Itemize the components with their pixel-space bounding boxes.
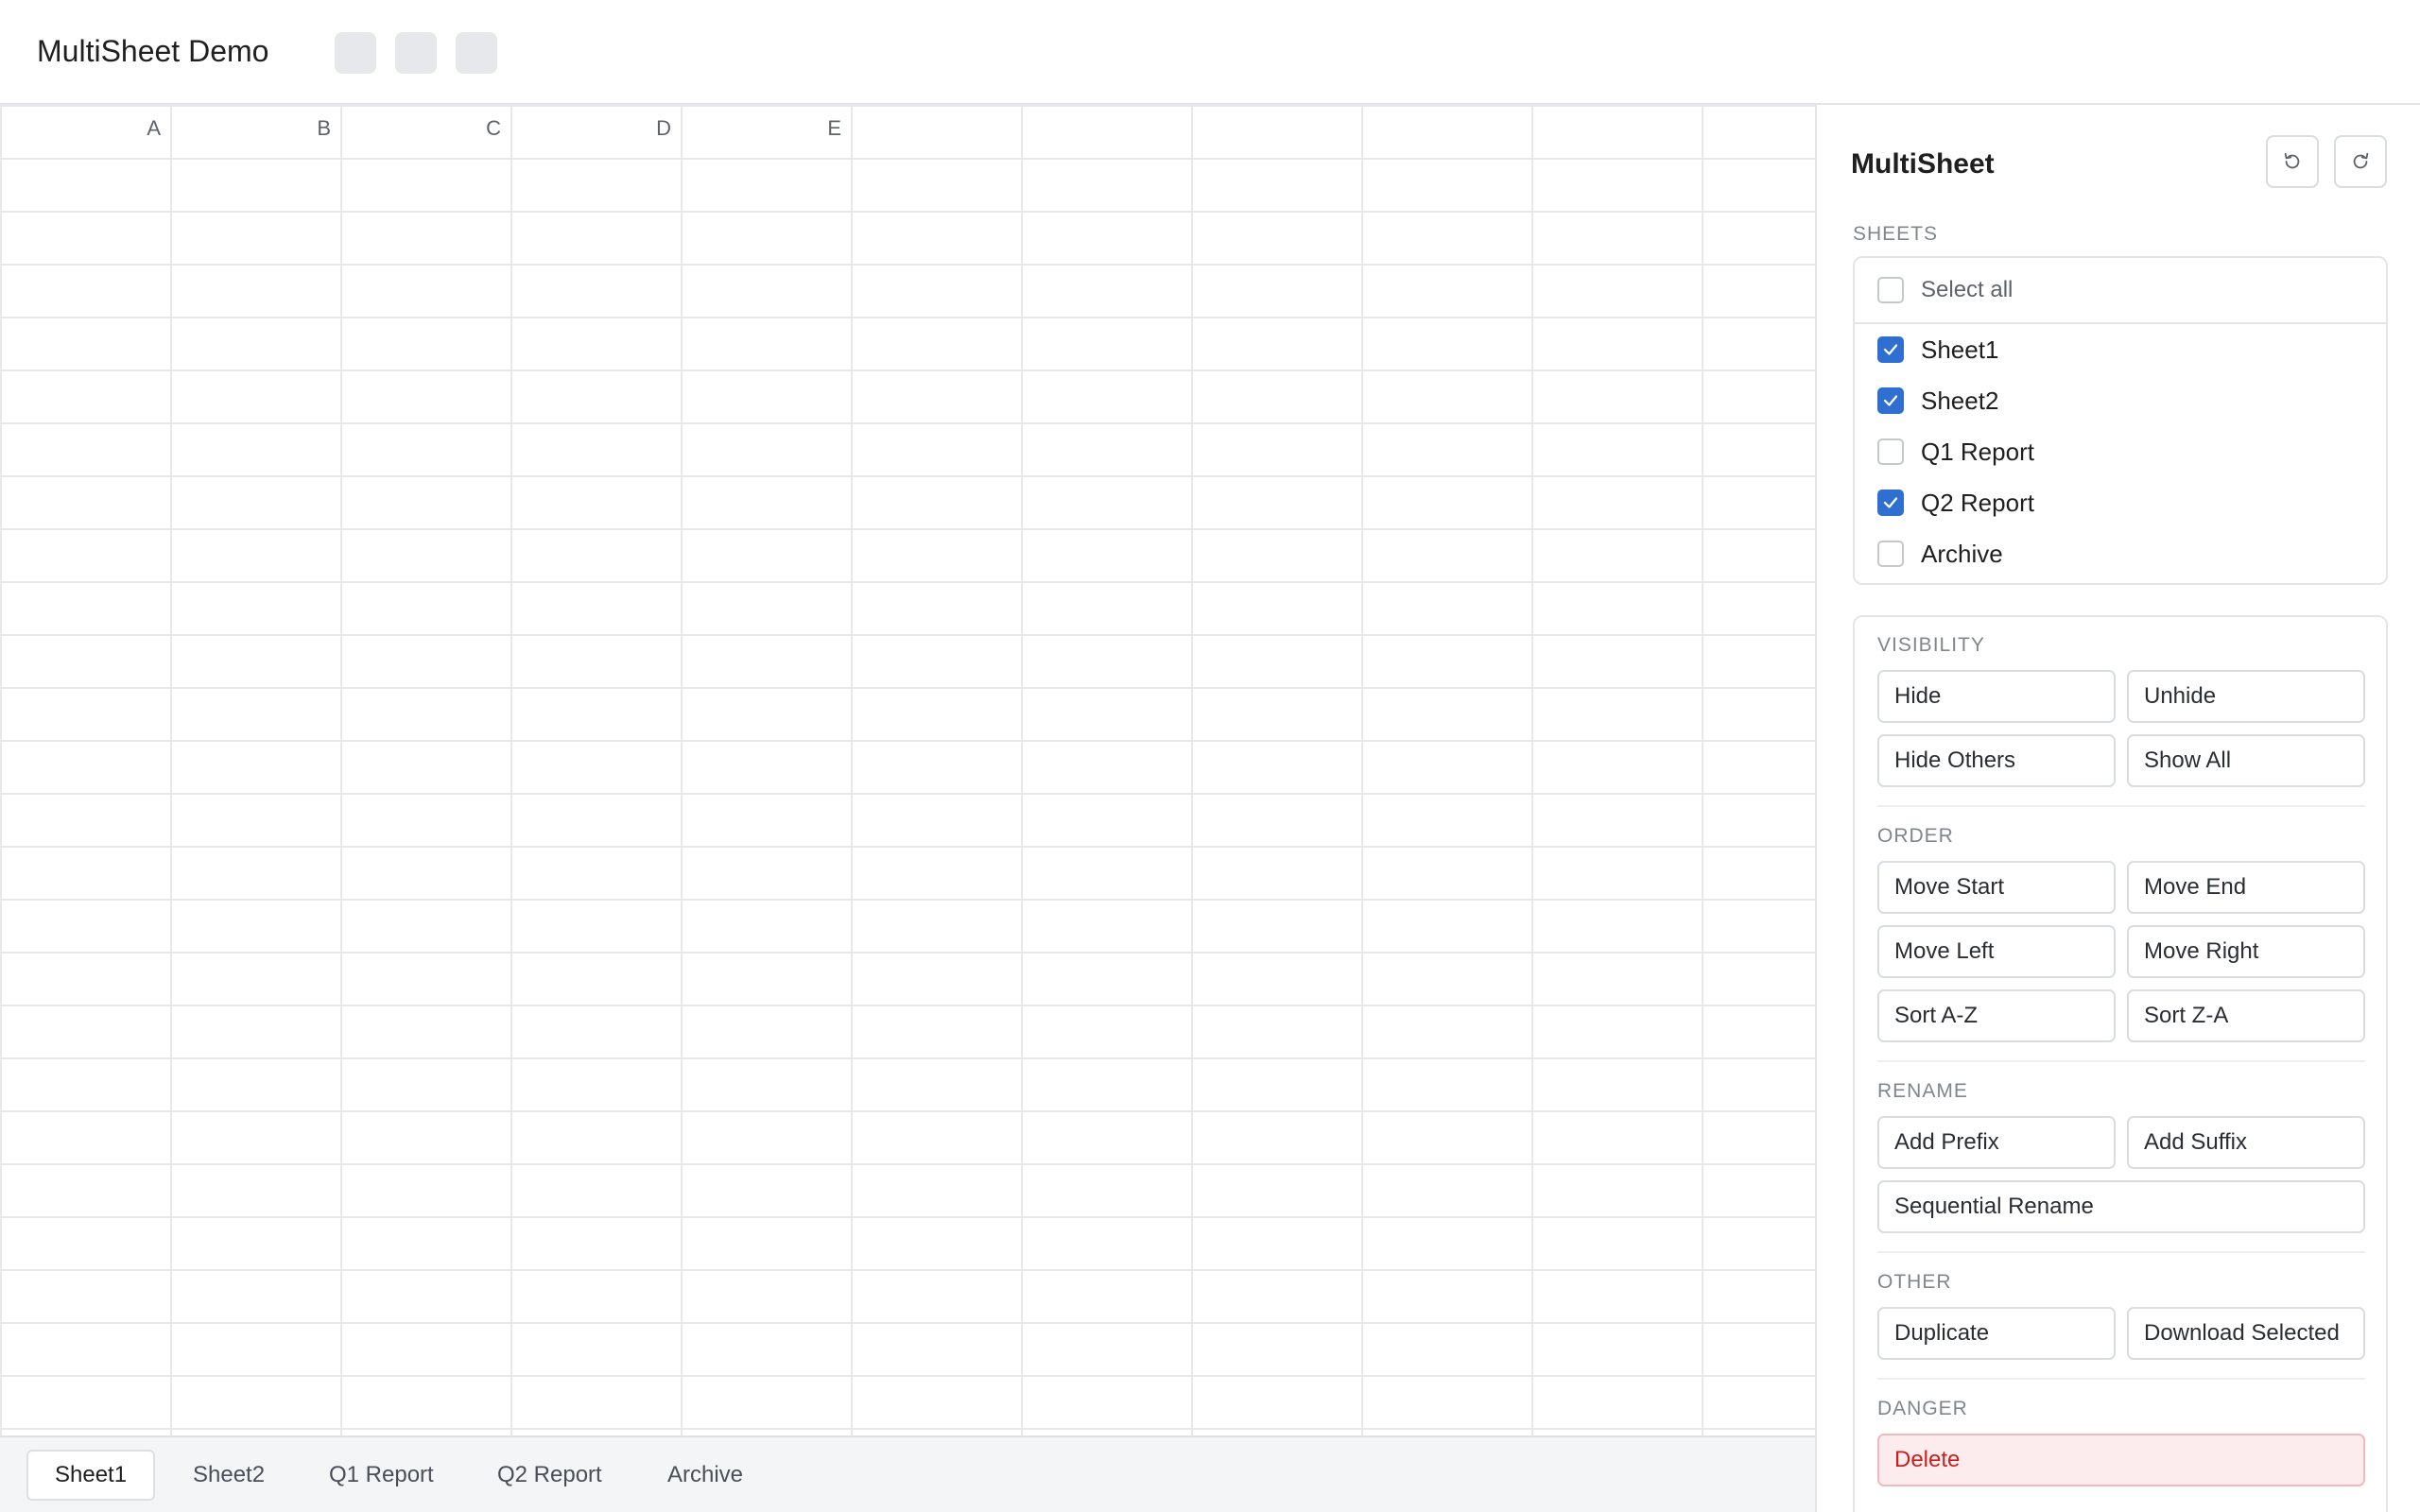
top-bar: MultiSheet Demo [0, 0, 2420, 105]
app-title: MultiSheet Demo [37, 34, 269, 68]
delete-button[interactable]: Delete [1877, 1434, 2365, 1486]
unhide-button[interactable]: Unhide [2127, 670, 2365, 723]
toolbar-button-2[interactable] [395, 32, 437, 74]
divider [1877, 1060, 2365, 1062]
sheet-name: Q2 Report [1921, 488, 2034, 517]
check-icon [1883, 497, 1898, 508]
sheet-tab-archive[interactable]: Archive [641, 1450, 769, 1501]
check-icon [1883, 344, 1898, 355]
sheet-name: Q1 Report [1921, 437, 2034, 466]
sheet-tab-sheet2[interactable]: Sheet2 [166, 1450, 291, 1501]
sheet-row-archive[interactable]: Archive [1877, 535, 2003, 573]
select-all-checkbox[interactable] [1877, 277, 1904, 303]
sheet1-checkbox[interactable] [1877, 336, 1904, 363]
sheet-name: Sheet1 [1921, 335, 1999, 364]
sheets-list: Select all Sheet1 Sheet2 Q1 Report Q2 Re… [1853, 256, 2388, 585]
sheet-name: Sheet2 [1921, 386, 1999, 415]
toolbar-button-1[interactable] [335, 32, 376, 74]
sheet-row-q1-report[interactable]: Q1 Report [1877, 433, 2034, 471]
redo-icon [2353, 152, 2369, 169]
divider [1877, 1251, 2365, 1253]
divider [1877, 1378, 2365, 1380]
add-prefix-button[interactable]: Add Prefix [1877, 1116, 2116, 1169]
other-section-label: OTHER [1877, 1271, 1952, 1293]
danger-section-label: DANGER [1877, 1398, 1968, 1419]
sheet-row-sheet1[interactable]: Sheet1 [1877, 331, 1998, 369]
duplicate-button[interactable]: Duplicate [1877, 1307, 2116, 1360]
sheet2-checkbox[interactable] [1877, 387, 1904, 414]
sheet-row-sheet2[interactable]: Sheet2 [1877, 382, 1998, 420]
sequential-rename-button[interactable]: Sequential Rename [1877, 1180, 2365, 1233]
multisheet-panel: MultiSheet SHEETS Select all Sheet1 Shee… [1815, 105, 2420, 1512]
actions-card: VISIBILITY Hide Unhide Hide Others Show … [1853, 615, 2388, 1512]
column-header-e[interactable]: E [681, 116, 841, 141]
divider [1855, 322, 2386, 324]
divider [1877, 805, 2365, 807]
show-all-button[interactable]: Show All [2127, 734, 2365, 787]
sort-az-button[interactable]: Sort A-Z [1877, 989, 2116, 1042]
column-header-b[interactable]: B [170, 116, 331, 141]
sort-za-button[interactable]: Sort Z-A [2127, 989, 2365, 1042]
select-all-row[interactable]: Select all [1877, 271, 2013, 309]
move-right-button[interactable]: Move Right [2127, 925, 2365, 978]
sheet-tab-q1-report[interactable]: Q1 Report [302, 1450, 460, 1501]
visibility-section-label: VISIBILITY [1877, 634, 1985, 656]
toolbar-button-3[interactable] [456, 32, 497, 74]
panel-title: MultiSheet [1851, 148, 1995, 180]
sheet-row-q2-report[interactable]: Q2 Report [1877, 484, 2034, 522]
move-left-button[interactable]: Move Left [1877, 925, 2116, 978]
download-selected-button[interactable]: Download Selected [2127, 1307, 2365, 1360]
hide-others-button[interactable]: Hide Others [1877, 734, 2116, 787]
q1-report-checkbox[interactable] [1877, 438, 1904, 465]
sheet-tab-q2-report[interactable]: Q2 Report [471, 1450, 629, 1501]
column-header-d[interactable]: D [510, 116, 671, 141]
move-start-button[interactable]: Move Start [1877, 861, 2116, 914]
sheets-section-label: SHEETS [1853, 223, 1939, 245]
check-icon [1883, 395, 1898, 406]
sheet-tab-bar: Sheet1 Sheet2 Q1 Report Q2 Report Archiv… [0, 1435, 1815, 1512]
q2-report-checkbox[interactable] [1877, 490, 1904, 516]
hide-button[interactable]: Hide [1877, 670, 2116, 723]
column-header-a[interactable]: A [0, 116, 161, 141]
undo-icon [2284, 152, 2300, 169]
select-all-label: Select all [1921, 277, 2014, 302]
order-section-label: ORDER [1877, 825, 1954, 847]
add-suffix-button[interactable]: Add Suffix [2127, 1116, 2365, 1169]
column-header-c[interactable]: C [340, 116, 501, 141]
sheet-name: Archive [1921, 539, 2003, 568]
sheet-tab-sheet1[interactable]: Sheet1 [26, 1450, 156, 1501]
spreadsheet-grid[interactable]: A B C D E [0, 105, 1815, 1435]
archive-checkbox[interactable] [1877, 541, 1904, 567]
move-end-button[interactable]: Move End [2127, 861, 2365, 914]
undo-button[interactable] [2266, 135, 2319, 188]
redo-button[interactable] [2334, 135, 2387, 188]
rename-section-label: RENAME [1877, 1080, 1968, 1102]
